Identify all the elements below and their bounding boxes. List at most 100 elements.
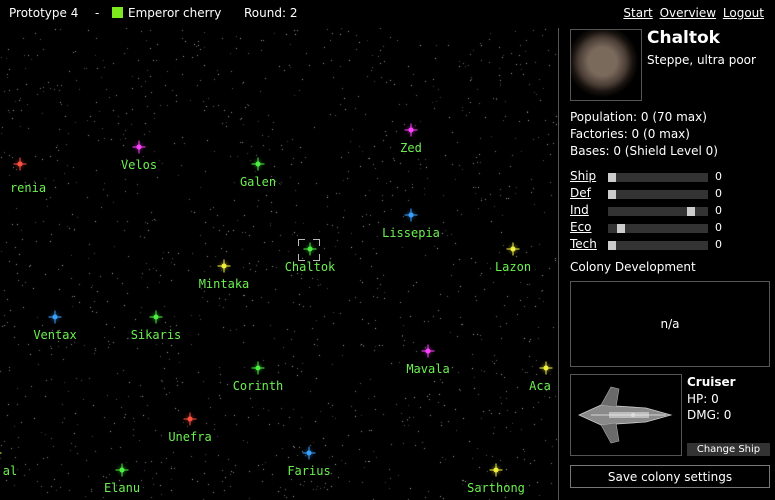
allocation-label[interactable]: Tech: [570, 237, 597, 251]
star-system-label[interactable]: Farius: [287, 464, 330, 478]
allocation-label[interactable]: Ship: [570, 169, 596, 183]
allocation-row-ind: Ind 0: [570, 203, 770, 217]
allocation-value: 0: [715, 170, 722, 183]
star-icon: [307, 246, 313, 252]
slider-handle[interactable]: [687, 207, 695, 216]
star-system-zed[interactable]: [404, 123, 418, 137]
star-icon: [255, 161, 261, 167]
star-icon: [221, 263, 227, 269]
allocation-slider[interactable]: [608, 241, 708, 250]
star-system-label[interactable]: Unefra: [168, 430, 211, 444]
header-separator: -: [95, 6, 100, 20]
planet-type: Steppe, ultra poor: [647, 53, 756, 67]
colony-development-heading: Colony Development: [570, 260, 696, 274]
allocation-value: 0: [715, 187, 722, 200]
slider-handle[interactable]: [608, 190, 616, 199]
star-system-label[interactable]: Corinth: [233, 379, 284, 393]
logout-link[interactable]: Logout: [723, 6, 764, 20]
factories-stat: Factories: 0 (0 max): [570, 127, 690, 141]
star-system-al[interactable]: [0, 447, 2, 460]
allocation-value: 0: [715, 238, 722, 251]
star-system-lissepia[interactable]: [404, 208, 418, 222]
allocation-slider[interactable]: [608, 173, 708, 182]
colony-development-value: n/a: [660, 317, 680, 331]
player-color-swatch: [112, 7, 123, 18]
star-system-mintaka[interactable]: [217, 259, 231, 273]
star-system-galen[interactable]: [251, 157, 265, 171]
star-system-label[interactable]: Sarthong: [467, 481, 525, 495]
allocation-row-def: Def 0: [570, 186, 770, 200]
colony-development-box: n/a: [570, 281, 770, 367]
star-system-aca[interactable]: [539, 361, 553, 375]
star-system-label[interactable]: Galen: [240, 175, 276, 189]
star-system-label[interactable]: Elanu: [104, 481, 140, 495]
star-system-elanu[interactable]: [115, 463, 129, 477]
overview-link[interactable]: Overview: [660, 6, 717, 20]
star-icon: [543, 365, 549, 371]
change-ship-button[interactable]: Change Ship: [687, 443, 770, 456]
planet-name: Chaltok: [647, 28, 720, 48]
star-icon: [493, 467, 499, 473]
population-stat: Population: 0 (70 max): [570, 110, 707, 124]
star-system-label[interactable]: Mavala: [406, 362, 449, 376]
star-icon: [306, 450, 312, 456]
slider-handle[interactable]: [608, 241, 616, 250]
star-system-label[interactable]: Lissepia: [382, 226, 440, 240]
allocation-label[interactable]: Eco: [570, 220, 592, 234]
star-icon: [255, 365, 261, 371]
allocation-slider[interactable]: [608, 224, 708, 233]
star-system-label[interactable]: Sikaris: [131, 328, 182, 342]
star-system-renia[interactable]: [13, 157, 27, 171]
nav-links: Start Overview Logout: [620, 6, 764, 20]
slider-handle[interactable]: [617, 224, 625, 233]
allocation-value: 0: [715, 221, 722, 234]
cruiser-ship-icon: [578, 386, 673, 444]
allocation-label[interactable]: Def: [570, 186, 591, 200]
save-colony-settings-button[interactable]: Save colony settings: [570, 465, 770, 488]
star-system-sikaris[interactable]: [149, 310, 163, 324]
star-system-label[interactable]: Aca: [529, 379, 551, 393]
colony-panel: Chaltok Steppe, ultra poor Population: 0…: [559, 28, 775, 500]
planet-image: [570, 29, 642, 101]
allocation-label[interactable]: Ind: [570, 203, 589, 217]
game-name: Prototype 4: [9, 6, 79, 20]
round-label: Round: 2: [244, 6, 298, 20]
star-icon: [187, 416, 193, 422]
slider-handle[interactable]: [608, 173, 616, 182]
star-system-farius[interactable]: [302, 446, 316, 460]
star-icon: [425, 348, 431, 354]
ship-hp: HP: 0: [687, 392, 719, 406]
ship-image: [570, 374, 682, 456]
star-system-label[interactable]: Velos: [121, 158, 157, 172]
ship-dmg: DMG: 0: [687, 408, 732, 422]
allocation-row-eco: Eco 0: [570, 220, 770, 234]
star-system-chaltok[interactable]: [303, 242, 317, 256]
allocation-slider[interactable]: [608, 207, 708, 216]
star-system-mavala[interactable]: [421, 344, 435, 358]
star-system-unefra[interactable]: [183, 412, 197, 426]
star-system-label[interactable]: Zed: [400, 141, 422, 155]
star-icon: [136, 144, 142, 150]
star-system-corinth[interactable]: [251, 361, 265, 375]
star-system-label[interactable]: Mintaka: [199, 277, 250, 291]
allocation-row-tech: Tech 0: [570, 237, 770, 251]
bases-stat: Bases: 0 (Shield Level 0): [570, 144, 718, 158]
star-system-velos[interactable]: [132, 140, 146, 154]
galaxy-map[interactable]: renia Velos Galen Zed Lissepia Chaltok Lazon Mi…: [0, 28, 558, 500]
star-system-lazon[interactable]: [506, 242, 520, 256]
star-system-sarthong[interactable]: [489, 463, 503, 477]
star-system-label[interactable]: Chaltok: [285, 260, 336, 274]
allocation-value: 0: [715, 204, 722, 217]
star-icon: [510, 246, 516, 252]
star-system-ventax[interactable]: [48, 310, 62, 324]
allocation-slider[interactable]: [608, 190, 708, 199]
star-icon: [17, 161, 23, 167]
star-system-label[interactable]: al: [3, 464, 17, 478]
star-icon: [408, 127, 414, 133]
starfield-background: [0, 28, 558, 500]
top-bar: Prototype 4 - Emperor cherry Round: 2 St…: [0, 0, 775, 28]
start-link[interactable]: Start: [623, 6, 652, 20]
star-system-label[interactable]: Ventax: [33, 328, 76, 342]
star-system-label[interactable]: renia: [10, 181, 46, 195]
star-system-label[interactable]: Lazon: [495, 260, 531, 274]
